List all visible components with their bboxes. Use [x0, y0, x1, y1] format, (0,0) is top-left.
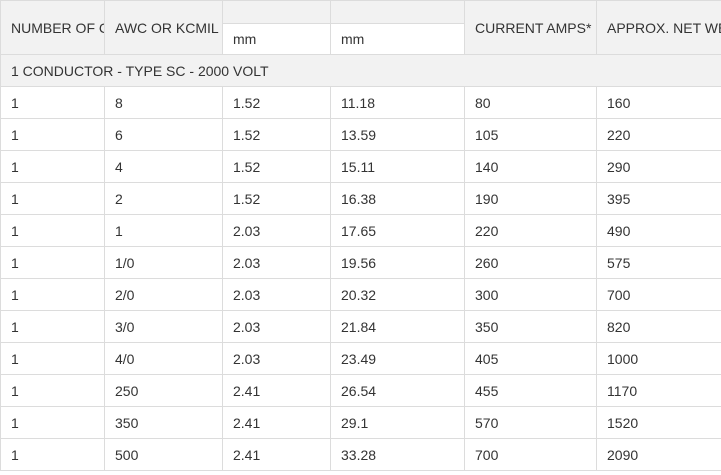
- header-approx-weight: APPROX. NET WEIGHT LBS/M'*: [596, 0, 721, 55]
- cell-current-amps: 220: [464, 214, 597, 247]
- cell-approx-weight: 160: [596, 86, 721, 119]
- cell-number-of-cond: 1: [0, 214, 105, 247]
- cell-insulation-mm: 1.52: [222, 86, 331, 119]
- cell-current-amps: 700: [464, 438, 597, 471]
- cell-approx-weight: 1000: [596, 342, 721, 375]
- cell-insulation-mm: 2.41: [222, 374, 331, 407]
- table-body: 1 CONDUCTOR - TYPE SC - 2000 VOLT 1 8 1.52…: [0, 54, 721, 471]
- header-insulation-blank: [222, 0, 331, 24]
- cell-approx-weight: 820: [596, 310, 721, 343]
- cell-approx-weight: 2090: [596, 438, 721, 471]
- cell-awc-or-kcmil: 3/0: [104, 310, 223, 343]
- cell-number-of-cond: 1: [0, 278, 105, 311]
- table-row: 1 2/0 2.03 20.32 300 700: [0, 278, 721, 311]
- cell-current-amps: 140: [464, 150, 597, 183]
- cell-insulation-mm: 1.52: [222, 118, 331, 151]
- cell-number-of-cond: 1: [0, 438, 105, 471]
- cell-awc-or-kcmil: 4/0: [104, 342, 223, 375]
- cell-awc-or-kcmil: 2: [104, 182, 223, 215]
- cell-awc-or-kcmil: 350: [104, 406, 223, 439]
- cell-current-amps: 190: [464, 182, 597, 215]
- cell-approx-weight: 1170: [596, 374, 721, 407]
- cell-diameter-mm: 29.1: [330, 406, 465, 439]
- cell-insulation-mm: 2.03: [222, 214, 331, 247]
- cell-insulation-mm: 2.41: [222, 438, 331, 471]
- cell-awc-or-kcmil: 6: [104, 118, 223, 151]
- cell-insulation-mm: 1.52: [222, 150, 331, 183]
- cell-number-of-cond: 1: [0, 118, 105, 151]
- cell-diameter-mm: 11.18: [330, 86, 465, 119]
- cell-current-amps: 455: [464, 374, 597, 407]
- cell-current-amps: 300: [464, 278, 597, 311]
- cell-diameter-mm: 13.59: [330, 118, 465, 151]
- cell-current-amps: 260: [464, 246, 597, 279]
- cell-current-amps: 570: [464, 406, 597, 439]
- cell-awc-or-kcmil: 1/0: [104, 246, 223, 279]
- table-row: 1 350 2.41 29.1 570 1520: [0, 406, 721, 439]
- cell-awc-or-kcmil: 4: [104, 150, 223, 183]
- header-diameter-unit: mm: [330, 23, 465, 55]
- cell-awc-or-kcmil: 1: [104, 214, 223, 247]
- table-row: 1 500 2.41 33.28 700 2090: [0, 438, 721, 471]
- cable-spec-table: NUMBER OF COND. AWC OR KCMIL CURRENT AMP…: [0, 0, 721, 471]
- table-row: 1 3/0 2.03 21.84 350 820: [0, 310, 721, 343]
- cell-awc-or-kcmil: 2/0: [104, 278, 223, 311]
- table-row: 1 1 2.03 17.65 220 490: [0, 214, 721, 247]
- cell-number-of-cond: 1: [0, 310, 105, 343]
- header-insulation-unit: mm: [222, 23, 331, 55]
- cell-diameter-mm: 19.56: [330, 246, 465, 279]
- cell-insulation-mm: 2.03: [222, 246, 331, 279]
- section-title: 1 CONDUCTOR - TYPE SC - 2000 VOLT: [0, 54, 721, 87]
- cell-number-of-cond: 1: [0, 342, 105, 375]
- cell-current-amps: 405: [464, 342, 597, 375]
- cell-insulation-mm: 2.03: [222, 310, 331, 343]
- table-row: 1 1/0 2.03 19.56 260 575: [0, 246, 721, 279]
- cell-insulation-mm: 2.03: [222, 278, 331, 311]
- header-current-amps: CURRENT AMPS*: [464, 0, 597, 55]
- header-diameter-blank: [330, 0, 465, 24]
- cell-insulation-mm: 2.41: [222, 406, 331, 439]
- cell-number-of-cond: 1: [0, 246, 105, 279]
- cell-number-of-cond: 1: [0, 406, 105, 439]
- table-row: 1 250 2.41 26.54 455 1170: [0, 374, 721, 407]
- cell-awc-or-kcmil: 8: [104, 86, 223, 119]
- cell-current-amps: 80: [464, 86, 597, 119]
- cell-current-amps: 350: [464, 310, 597, 343]
- cell-diameter-mm: 33.28: [330, 438, 465, 471]
- cell-current-amps: 105: [464, 118, 597, 151]
- table-row: 1 4 1.52 15.11 140 290: [0, 150, 721, 183]
- cell-diameter-mm: 15.11: [330, 150, 465, 183]
- cell-diameter-mm: 21.84: [330, 310, 465, 343]
- cell-awc-or-kcmil: 500: [104, 438, 223, 471]
- cell-number-of-cond: 1: [0, 374, 105, 407]
- cell-approx-weight: 395: [596, 182, 721, 215]
- table-header: NUMBER OF COND. AWC OR KCMIL CURRENT AMP…: [0, 0, 721, 55]
- table-row: 1 4/0 2.03 23.49 405 1000: [0, 342, 721, 375]
- cell-number-of-cond: 1: [0, 150, 105, 183]
- table-row: 1 8 1.52 11.18 80 160: [0, 86, 721, 119]
- header-number-of-cond: NUMBER OF COND.: [0, 0, 105, 55]
- cell-diameter-mm: 17.65: [330, 214, 465, 247]
- cell-approx-weight: 700: [596, 278, 721, 311]
- cell-insulation-mm: 2.03: [222, 342, 331, 375]
- cell-diameter-mm: 16.38: [330, 182, 465, 215]
- cell-insulation-mm: 1.52: [222, 182, 331, 215]
- cell-awc-or-kcmil: 250: [104, 374, 223, 407]
- cell-approx-weight: 1520: [596, 406, 721, 439]
- cell-number-of-cond: 1: [0, 182, 105, 215]
- cell-approx-weight: 290: [596, 150, 721, 183]
- header-awc-or-kcmil: AWC OR KCMIL: [104, 0, 223, 55]
- cell-number-of-cond: 1: [0, 86, 105, 119]
- cell-diameter-mm: 20.32: [330, 278, 465, 311]
- cell-diameter-mm: 26.54: [330, 374, 465, 407]
- table-row: 1 6 1.52 13.59 105 220: [0, 118, 721, 151]
- table-row: 1 2 1.52 16.38 190 395: [0, 182, 721, 215]
- cell-diameter-mm: 23.49: [330, 342, 465, 375]
- cell-approx-weight: 220: [596, 118, 721, 151]
- cell-approx-weight: 575: [596, 246, 721, 279]
- cell-approx-weight: 490: [596, 214, 721, 247]
